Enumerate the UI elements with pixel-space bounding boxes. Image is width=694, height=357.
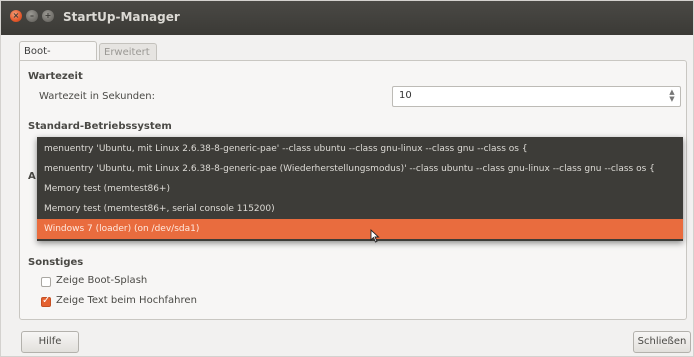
standard-os-heading: Standard-Betriebssystem	[28, 121, 172, 132]
sonstiges-heading: Sonstiges	[28, 257, 84, 268]
title-bar[interactable]: × – + StartUp-Manager	[1, 1, 693, 35]
maximize-window-button[interactable]: +	[42, 10, 54, 22]
boot-splash-checkbox[interactable]	[41, 277, 51, 287]
window-title: StartUp-Manager	[63, 10, 180, 24]
os-option[interactable]: Memory test (memtest86+, serial console …	[37, 199, 683, 219]
close-button[interactable]: Schließen	[633, 331, 691, 353]
minimize-icon: –	[30, 11, 34, 20]
tab-boot-optionen[interactable]: Boot-Optionen	[19, 41, 97, 77]
tab-erweitert[interactable]: Erweitert	[99, 43, 157, 61]
boot-splash-label: Zeige Boot-Splash	[56, 275, 148, 286]
mouse-cursor-icon	[370, 229, 380, 243]
close-icon: ×	[12, 11, 20, 20]
os-option[interactable]: Memory test (memtest86+)	[37, 179, 683, 199]
spin-arrows-icon[interactable]: ▲ ▼	[668, 89, 676, 103]
close-window-button[interactable]: ×	[10, 10, 22, 22]
os-option[interactable]: menuentry 'Ubuntu, mit Linux 2.6.38-8-ge…	[37, 139, 683, 159]
wartezeit-value: 10	[399, 90, 412, 101]
os-option[interactable]: menuentry 'Ubuntu, mit Linux 2.6.38-8-ge…	[37, 159, 683, 179]
wartezeit-spinbutton[interactable]: 10 ▲ ▼	[392, 86, 681, 107]
startup-manager-window: × – + StartUp-Manager Boot-Optionen Erwe…	[0, 0, 694, 357]
help-button[interactable]: Hilfe	[21, 331, 79, 353]
show-text-checkbox[interactable]	[41, 295, 51, 307]
show-text-label: Zeige Text beim Hochfahren	[56, 295, 197, 306]
minimize-window-button[interactable]: –	[26, 10, 38, 22]
wartezeit-heading: Wartezeit	[28, 71, 83, 82]
os-dropdown-menu[interactable]: menuentry 'Ubuntu, mit Linux 2.6.38-8-ge…	[37, 137, 683, 241]
hidden-section-heading: A	[28, 171, 36, 182]
maximize-icon: +	[44, 11, 52, 20]
os-option-selected[interactable]: Windows 7 (loader) (on /dev/sda1)	[37, 219, 683, 239]
wartezeit-label: Wartezeit in Sekunden:	[39, 91, 156, 102]
